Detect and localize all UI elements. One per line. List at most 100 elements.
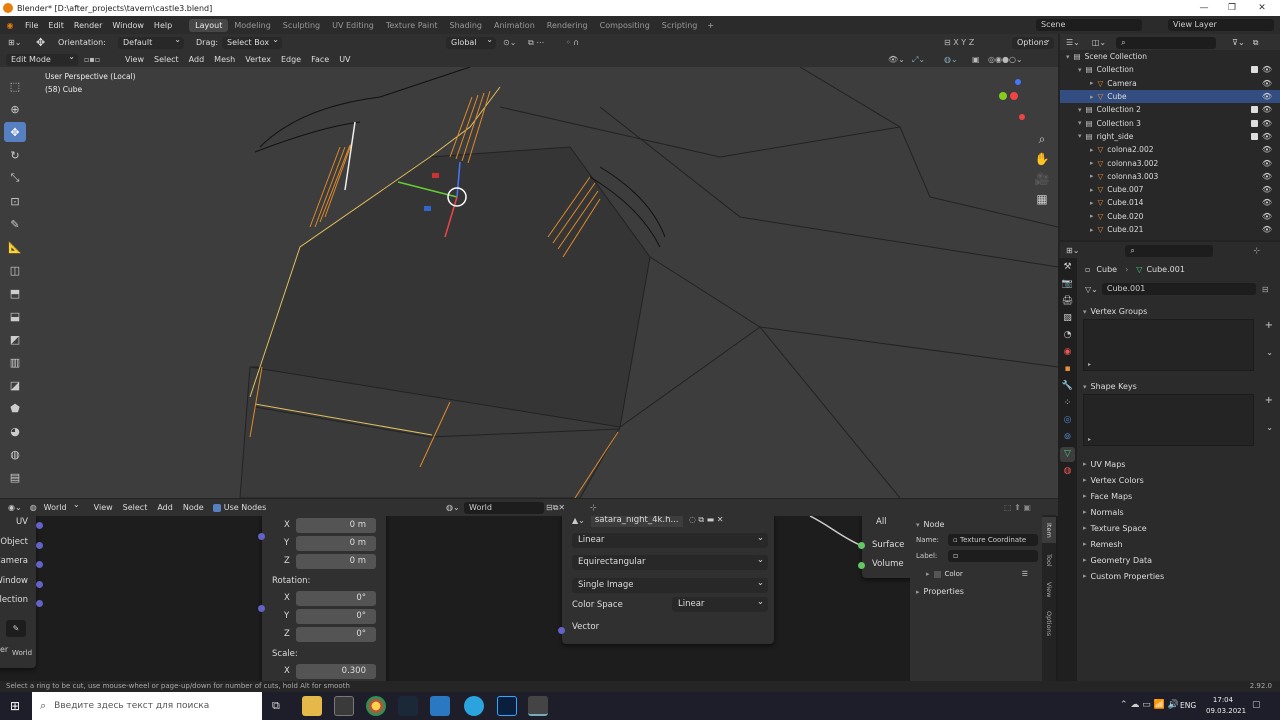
- tab-tool[interactable]: Tool: [1042, 547, 1056, 573]
- material-tab-icon[interactable]: ◍: [1060, 464, 1075, 479]
- location-z-field[interactable]: Z0 m: [284, 554, 376, 569]
- shape-keys-list[interactable]: ▸ + ⌄: [1083, 394, 1273, 446]
- move-icon[interactable]: ✥: [4, 122, 26, 142]
- tab-rendering[interactable]: Rendering: [541, 19, 594, 32]
- scale-x-field[interactable]: X 0.300: [284, 664, 376, 679]
- properties-editor-icon[interactable]: ⊞⌄: [1066, 246, 1079, 255]
- windows-start-icon[interactable]: ⊞: [10, 699, 20, 713]
- menu-mesh[interactable]: Mesh: [209, 55, 240, 64]
- physics-tab-icon[interactable]: ◎: [1060, 413, 1075, 428]
- transform-icon[interactable]: ⊡: [4, 191, 26, 211]
- bevel-icon[interactable]: ◩: [4, 329, 26, 349]
- window-socket[interactable]: [36, 581, 43, 588]
- measure-icon[interactable]: 📐: [4, 237, 26, 257]
- language-indicator[interactable]: ENG: [1180, 701, 1196, 710]
- reflection-socket[interactable]: [36, 600, 43, 607]
- outliner-row[interactable]: ▾ ▤ Scene Collection: [1060, 50, 1280, 63]
- world-browse-icon[interactable]: ◍⌄: [446, 503, 460, 512]
- outliner-row[interactable]: ▸ ▽ Cube.020 👁: [1060, 210, 1280, 223]
- tab-sculpting[interactable]: Sculpting: [277, 19, 326, 32]
- node-menu-select[interactable]: Select: [118, 503, 153, 512]
- menu-select[interactable]: Select: [149, 55, 184, 64]
- menu-edit[interactable]: Edit: [43, 21, 69, 30]
- minimize-icon[interactable]: —: [1190, 0, 1218, 16]
- visibility-eye-icon[interactable]: 👁: [1262, 225, 1272, 234]
- rotate-icon[interactable]: ↻: [4, 145, 26, 165]
- source-dropdown[interactable]: Single Image ⌄: [572, 578, 768, 593]
- clock[interactable]: 17:04 09.03.2021: [1206, 695, 1246, 717]
- taskbar-search[interactable]: ⌕ Введите здесь текст для поиска: [32, 692, 262, 720]
- modifier-tab-icon[interactable]: 🔧: [1060, 379, 1075, 394]
- object-tab-icon[interactable]: ▪: [1060, 362, 1075, 377]
- visibility-icon[interactable]: 👁⌄: [888, 55, 905, 64]
- maximize-icon[interactable]: ❐: [1218, 0, 1246, 16]
- system-tray-icons[interactable]: ⌃ ☁ ▭ 📶 🔊: [1120, 700, 1179, 710]
- menu-edge[interactable]: Edge: [276, 55, 306, 64]
- add-cube-icon[interactable]: ◫: [4, 260, 26, 280]
- filter-icon[interactable]: ⊽⌄: [1232, 38, 1245, 47]
- visibility-eye-icon[interactable]: 👁: [1262, 79, 1272, 88]
- world-actions-icons[interactable]: ⊟⧉✕: [546, 503, 565, 513]
- mirror-axis-icons[interactable]: ⊟ X Y Z: [944, 38, 974, 47]
- environment-texture-node[interactable]: ▲⌄ satara_night_4k.h... ◌ ⧉ ▬ ✕ Linear ⌄ …: [562, 516, 774, 644]
- rotation-y-field[interactable]: Y 0°: [284, 609, 376, 624]
- navigation-icons[interactable]: ⌕ ✋ 🎥 ▦: [1034, 129, 1050, 209]
- vertex-groups-list[interactable]: ▸ + ⌄: [1083, 319, 1273, 371]
- properties-search[interactable]: ⌕: [1125, 244, 1214, 257]
- loop-cut-icon[interactable]: ▥: [4, 352, 26, 372]
- collapsed-panel-header[interactable]: ▸ Texture Space: [1077, 520, 1280, 536]
- outliner-row[interactable]: ▾ ▤ Collection 👁: [1060, 63, 1280, 76]
- output-tab-icon[interactable]: 🖨: [1060, 294, 1075, 309]
- photos-icon[interactable]: [430, 696, 450, 716]
- select-mode-icons[interactable]: ▫▪▫: [84, 55, 120, 64]
- display-mode-icon[interactable]: ◫⌄: [1092, 38, 1106, 47]
- outliner-row[interactable]: ▸ ▽ Camera 👁: [1060, 77, 1280, 90]
- rotation-z-field[interactable]: Z 0°: [284, 627, 376, 642]
- rotation-x-field[interactable]: X 0°: [284, 591, 376, 606]
- collapsed-panel-header[interactable]: ▸ Custom Properties: [1077, 568, 1280, 584]
- object-socket[interactable]: [36, 542, 43, 549]
- visibility-eye-icon[interactable]: 👁: [1262, 65, 1272, 74]
- tool-tab-icon[interactable]: ⚒: [1060, 260, 1075, 275]
- pin-icon[interactable]: ⊹: [1253, 246, 1260, 255]
- location-y-field[interactable]: Y0 m: [284, 536, 376, 551]
- outliner-row[interactable]: ▸ ▽ Cube 👁: [1060, 89, 1280, 104]
- outliner-editor-icon[interactable]: ☰⌄: [1066, 38, 1080, 47]
- add-workspace-icon[interactable]: +: [707, 21, 714, 30]
- spin-icon[interactable]: ◕: [4, 421, 26, 441]
- data-tab-icon[interactable]: ▽: [1060, 447, 1075, 462]
- tab-scripting[interactable]: Scripting: [656, 19, 704, 32]
- visibility-eye-icon[interactable]: 👁: [1262, 145, 1272, 154]
- outliner-row[interactable]: ▸ ▽ Cube.007 👁: [1060, 183, 1280, 196]
- annotate-icon[interactable]: ✎: [4, 214, 26, 234]
- new-collection-icon[interactable]: ⧉: [1253, 38, 1259, 48]
- visibility-eye-icon[interactable]: 👁: [1262, 212, 1272, 221]
- volume-socket[interactable]: [858, 562, 865, 569]
- expand-icon[interactable]: ▸: [1090, 159, 1094, 167]
- mapping-node[interactable]: X0 m Y0 m Z0 m Rotation: X 0° Y 0° Z 0° Sca…: [262, 516, 386, 681]
- collapsed-panel-header[interactable]: ▸ Vertex Colors: [1077, 472, 1280, 488]
- node-menu-add[interactable]: Add: [152, 503, 178, 512]
- visibility-eye-icon[interactable]: 👁: [1262, 105, 1272, 114]
- menu-vertex[interactable]: Vertex: [240, 55, 276, 64]
- steam-icon[interactable]: [398, 696, 418, 716]
- expand-icon[interactable]: ▸: [1090, 93, 1094, 101]
- texture-coordinate-node[interactable]: UV Object Camera Window ollection ✎ er World: [0, 516, 36, 668]
- output-target[interactable]: All: [876, 517, 887, 527]
- shading-mode-icons[interactable]: ◎◉●○⌄: [988, 55, 1023, 64]
- smooth-icon[interactable]: ◍: [4, 444, 26, 464]
- blender-taskbar-icon[interactable]: [528, 696, 548, 716]
- blender-menu-icon[interactable]: ◉: [0, 21, 20, 30]
- expand-icon[interactable]: ▾: [1078, 66, 1082, 74]
- visibility-eye-icon[interactable]: 👁: [1262, 172, 1272, 181]
- mapping-rotation-socket[interactable]: [258, 605, 265, 612]
- tab-compositing[interactable]: Compositing: [594, 19, 656, 32]
- expand-icon[interactable]: ▸: [1090, 172, 1094, 180]
- node-panel-header[interactable]: ▾ Node: [910, 517, 1042, 532]
- node-editor-type-icon[interactable]: ◉⌄: [8, 503, 22, 512]
- tab-texture-paint[interactable]: Texture Paint: [380, 19, 444, 32]
- photoshop-icon[interactable]: [497, 696, 517, 716]
- image-actions-icons[interactable]: ◌ ⧉ ▬ ✕: [689, 516, 724, 525]
- color-subpanel[interactable]: ▸ Color ☰: [910, 564, 1042, 584]
- world-name-field[interactable]: World: [464, 501, 544, 514]
